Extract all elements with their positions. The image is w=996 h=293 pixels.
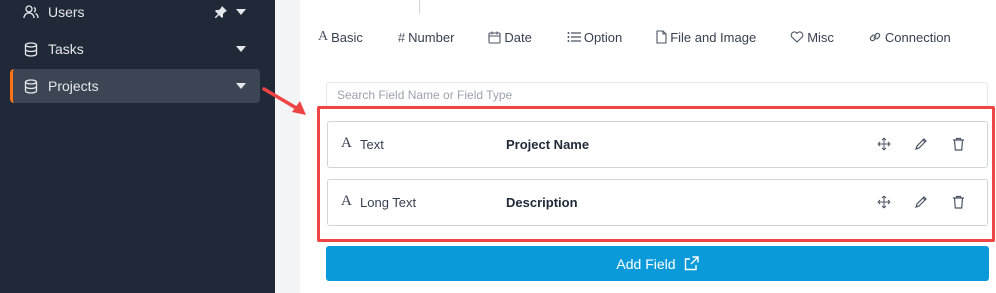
sidebar-item-users[interactable]: Users [10,0,260,29]
annotation-arrow-icon [262,87,306,115]
text-icon: A [318,29,329,44]
list-icon [567,31,581,43]
chevron-down-icon[interactable] [236,83,246,89]
link-icon [868,30,882,44]
pin-icon[interactable] [214,5,228,19]
tab-basic[interactable]: A Basic [318,29,363,45]
users-icon [23,4,39,20]
sidebar-item-projects[interactable]: Projects [10,69,260,103]
sidebar: Users Tasks Projects [0,0,275,293]
field-type-tabs: A Basic # Number Date Option File and Im… [318,26,951,48]
divider [419,0,420,14]
heart-icon [790,31,804,43]
database-icon [23,41,39,57]
chevron-down-icon[interactable] [236,9,246,15]
file-icon [656,30,667,44]
tab-file-and-image[interactable]: File and Image [656,30,756,45]
tab-number[interactable]: # Number [398,30,454,45]
tab-misc[interactable]: Misc [790,30,834,45]
tab-option[interactable]: Option [567,30,622,45]
chevron-down-icon[interactable] [236,46,246,52]
search-input[interactable] [326,82,988,108]
add-field-button[interactable]: Add Field [326,246,989,281]
sidebar-item-label: Users [48,4,85,20]
hash-icon: # [397,29,406,45]
tab-date[interactable]: Date [488,30,532,45]
sidebar-item-label: Projects [48,78,99,94]
sidebar-item-tasks[interactable]: Tasks [10,32,260,66]
sidebar-item-label: Tasks [48,41,84,57]
database-icon [23,78,39,94]
annotation-highlight-box [317,106,995,242]
external-link-icon [684,256,699,271]
tab-connection[interactable]: Connection [868,30,951,45]
calendar-icon [488,31,501,44]
